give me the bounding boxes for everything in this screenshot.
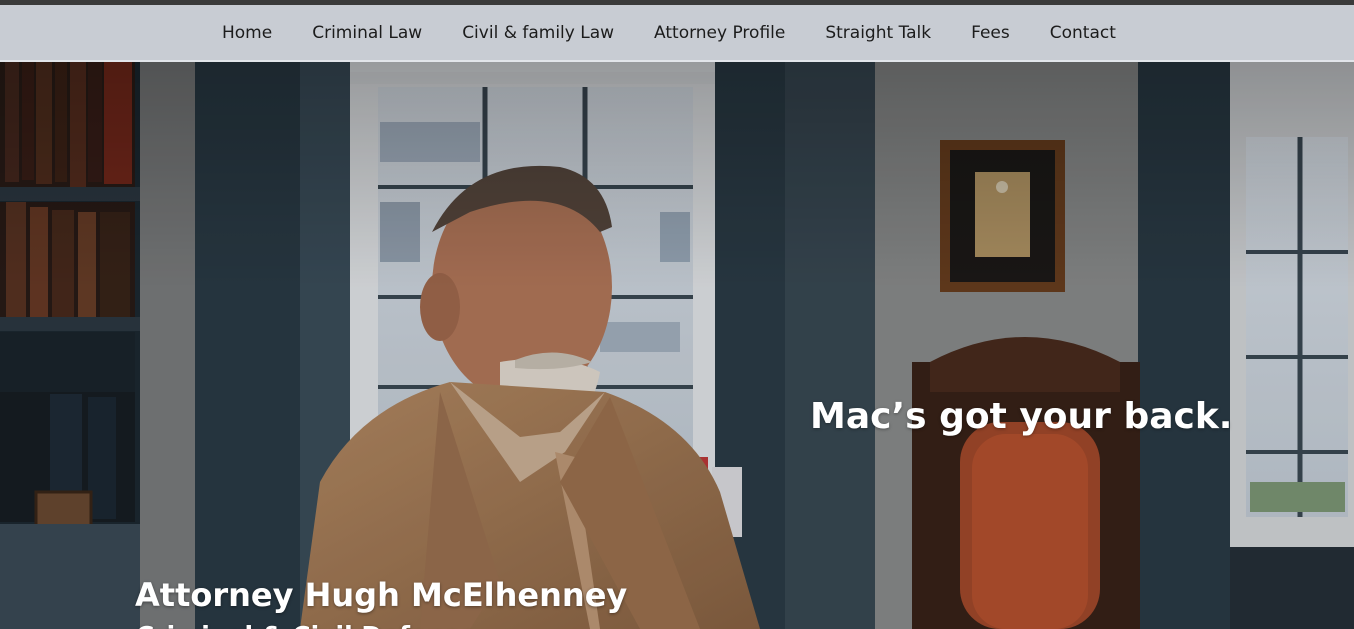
hero-attorney-subtitle: Criminal & Civil Defense: [136, 621, 477, 629]
main-navigation: Home Criminal Law Civil & family Law Att…: [0, 5, 1354, 62]
page: Home Criminal Law Civil & family Law Att…: [0, 0, 1354, 629]
nav-item-criminal-law[interactable]: Criminal Law: [292, 23, 442, 43]
nav-item-civil-family-law[interactable]: Civil & family Law: [442, 23, 634, 43]
hero-attorney-name: Attorney Hugh McElhenney: [135, 576, 628, 614]
nav-item-attorney-profile[interactable]: Attorney Profile: [634, 23, 805, 43]
nav-item-straight-talk[interactable]: Straight Talk: [805, 23, 951, 43]
hero-banner: Mac’s got your back. Attorney Hugh McElh…: [0, 62, 1354, 629]
nav-item-contact[interactable]: Contact: [1030, 23, 1136, 43]
hero-photo: [0, 62, 1354, 629]
nav-item-fees[interactable]: Fees: [951, 23, 1030, 43]
nav-list: Home Criminal Law Civil & family Law Att…: [200, 5, 1136, 60]
hero-tagline: Mac’s got your back.: [810, 396, 1233, 437]
nav-item-home[interactable]: Home: [200, 23, 292, 43]
